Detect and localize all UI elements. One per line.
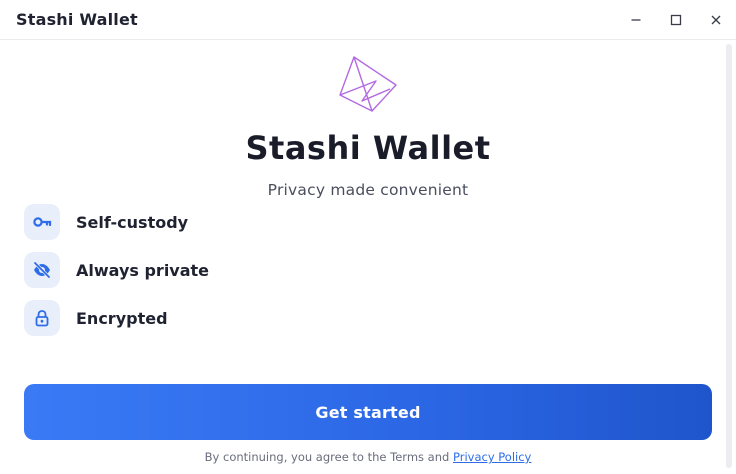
feature-icon-container [24, 300, 60, 336]
feature-label: Encrypted [76, 308, 168, 328]
stashi-logo-icon [339, 56, 397, 112]
feature-always-private: Always private [24, 252, 324, 288]
close-icon [711, 15, 721, 25]
privacy-policy-link[interactable]: Privacy Policy [453, 450, 531, 464]
key-icon [33, 217, 52, 227]
feature-encrypted: Encrypted [24, 300, 324, 336]
feature-icon-container [24, 252, 60, 288]
get-started-button[interactable]: Get started [24, 384, 712, 440]
feature-label: Always private [76, 260, 210, 280]
close-button[interactable] [704, 8, 728, 32]
legal-notice: By continuing, you agree to the Terms an… [0, 450, 736, 464]
scrollbar-thumb[interactable] [726, 44, 732, 468]
lock-icon [35, 310, 49, 327]
minimize-button[interactable] [624, 8, 648, 32]
maximize-icon [670, 14, 682, 26]
maximize-button[interactable] [664, 8, 688, 32]
title-bar: Stashi Wallet [0, 0, 736, 40]
scrollbar[interactable] [726, 44, 732, 468]
legal-text: By continuing, you agree to the Terms an… [204, 450, 450, 464]
feature-label: Self-custody [76, 212, 189, 232]
eye-off-icon [33, 261, 51, 279]
feature-self-custody: Self-custody [24, 204, 324, 240]
minimize-icon [631, 19, 641, 21]
onboarding-screen: Stashi Wallet Privacy made convenient Se… [0, 41, 724, 474]
hero-title: Stashi Wallet [245, 129, 491, 167]
feature-icon-container [24, 204, 60, 240]
app-title: Stashi Wallet [16, 10, 138, 29]
hero-subtitle: Privacy made convenient [267, 181, 469, 199]
